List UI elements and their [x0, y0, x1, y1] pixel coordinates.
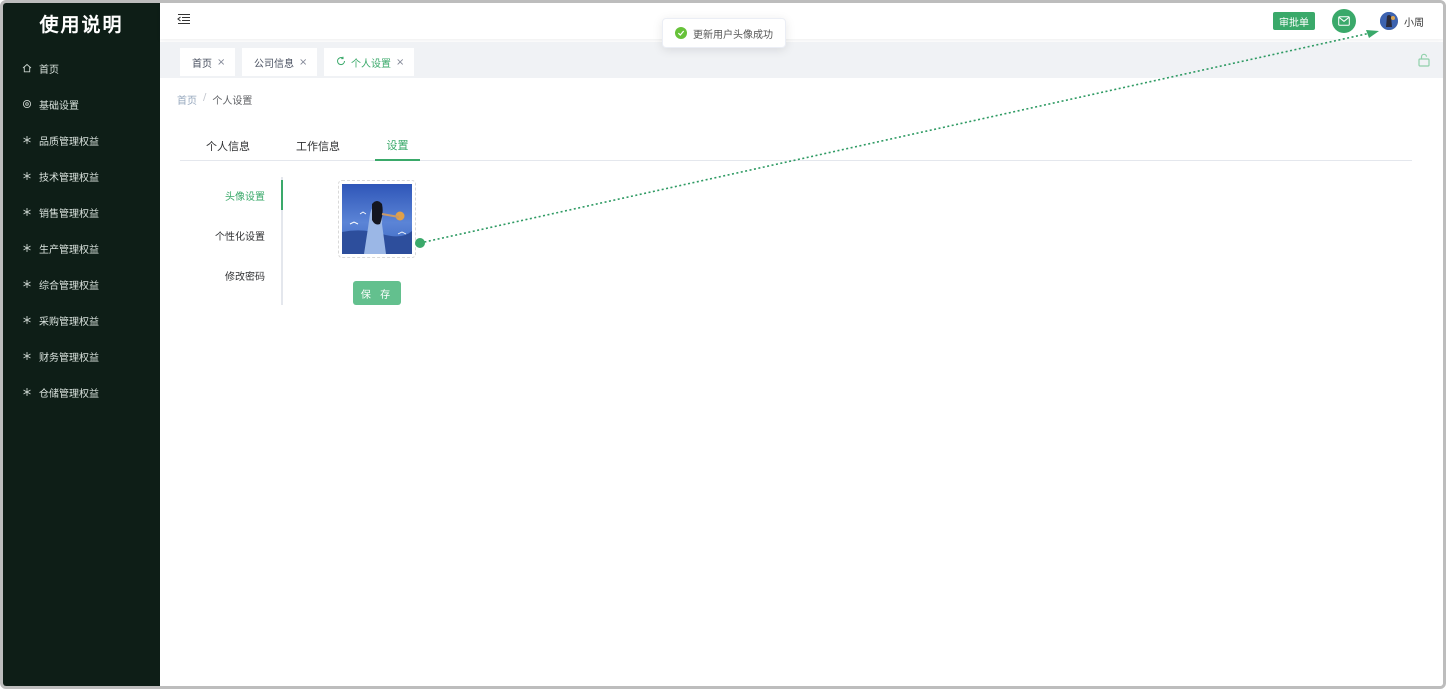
- sidebar-item-technology[interactable]: 技术管理权益: [3, 158, 160, 194]
- sidebar-item-warehouse[interactable]: 仓储管理权益: [3, 374, 160, 410]
- breadcrumb-separator: /: [203, 92, 207, 103]
- breadcrumb-current: 个人设置: [212, 96, 253, 107]
- mail-icon: [1338, 16, 1350, 26]
- unlock-icon[interactable]: [1417, 53, 1431, 67]
- breadcrumb-home[interactable]: 首页: [177, 92, 197, 107]
- sidebar-item-label: 品质管理权益: [39, 136, 99, 148]
- sidebar-item-sales[interactable]: 销售管理权益: [3, 194, 160, 230]
- user-name: 小周: [1404, 17, 1424, 29]
- avatar-image: [342, 184, 412, 254]
- settings-icon: [21, 99, 33, 109]
- sidebar-item-label: 基础设置: [39, 100, 79, 112]
- tag-label: 公司信息: [254, 58, 294, 70]
- asterisk-icon: [21, 315, 33, 325]
- avatar-uploader[interactable]: [338, 180, 416, 258]
- save-button[interactable]: 保 存: [353, 281, 401, 305]
- settings-side-tabs: 头像设置 个性化设置 修改密码: [203, 177, 283, 305]
- sidebar-item-label: 销售管理权益: [39, 208, 99, 220]
- side-tab-password[interactable]: 修改密码: [225, 257, 265, 293]
- asterisk-icon: [21, 207, 33, 217]
- sidebar-item-label: 财务管理权益: [39, 352, 99, 364]
- tag-company-info[interactable]: 公司信息 ×: [242, 48, 318, 76]
- refresh-icon[interactable]: [336, 56, 346, 69]
- sidebar-item-label: 首页: [39, 64, 59, 76]
- tag-label: 个人设置: [351, 58, 391, 70]
- tab-settings[interactable]: 设置: [375, 131, 420, 161]
- settings-tabs: 个人信息 工作信息 设置: [180, 131, 1412, 161]
- app-window: 使用说明 首页 基础设置 品质管理权益 技术管理权益 销售管理权益 生产管理权益…: [0, 0, 1446, 689]
- mail-button[interactable]: [1332, 9, 1356, 33]
- user-avatar: [1380, 12, 1398, 30]
- breadcrumb: 首页 / 个人设置: [177, 92, 252, 107]
- sidebar-item-label: 采购管理权益: [39, 316, 99, 328]
- tags-view: 首页 × 公司信息 × 个人设置 ×: [160, 42, 1443, 78]
- success-toast: 更新用户头像成功: [662, 18, 786, 48]
- asterisk-icon: [21, 279, 33, 289]
- side-tab-avatar[interactable]: 头像设置: [225, 177, 265, 213]
- active-tab-indicator: [281, 180, 283, 210]
- app-title: 使用说明: [39, 13, 124, 36]
- tab-personal-info[interactable]: 个人信息: [203, 131, 253, 161]
- sidebar-item-general[interactable]: 综合管理权益: [3, 266, 160, 302]
- tag-label: 首页: [192, 58, 212, 70]
- sidebar-item-production[interactable]: 生产管理权益: [3, 230, 160, 266]
- check-circle-icon: [675, 27, 687, 39]
- asterisk-icon: [21, 243, 33, 253]
- sidebar-menu: 首页 基础设置 品质管理权益 技术管理权益 销售管理权益 生产管理权益 综合管理…: [3, 50, 160, 410]
- sidebar-item-label: 技术管理权益: [39, 172, 99, 184]
- tag-personal-settings[interactable]: 个人设置 ×: [324, 48, 415, 76]
- toast-message: 更新用户头像成功: [693, 29, 773, 41]
- asterisk-icon: [21, 387, 33, 397]
- sidebar: 使用说明 首页 基础设置 品质管理权益 技术管理权益 销售管理权益 生产管理权益…: [3, 3, 160, 686]
- menu-fold-icon[interactable]: [177, 13, 191, 25]
- approval-button[interactable]: 审批单: [1273, 12, 1315, 30]
- tab-work-info[interactable]: 工作信息: [293, 131, 343, 161]
- asterisk-icon: [21, 135, 33, 145]
- tag-home[interactable]: 首页 ×: [180, 48, 236, 76]
- sidebar-item-purchasing[interactable]: 采购管理权益: [3, 302, 160, 338]
- main-content: 审批单 小周 首页 × 公司信息 × 个人设置 × 首页 / 个人设置 个人信息…: [160, 3, 1443, 686]
- user-menu[interactable]: 小周: [1380, 12, 1424, 30]
- sidebar-item-finance[interactable]: 财务管理权益: [3, 338, 160, 374]
- sidebar-item-home[interactable]: 首页: [3, 50, 160, 86]
- top-header: 审批单 小周: [160, 3, 1443, 39]
- sidebar-item-label: 综合管理权益: [39, 280, 99, 292]
- sidebar-item-quality[interactable]: 品质管理权益: [3, 122, 160, 158]
- close-icon[interactable]: ×: [217, 57, 225, 68]
- sidebar-item-basic-settings[interactable]: 基础设置: [3, 86, 160, 122]
- sidebar-item-label: 生产管理权益: [39, 244, 99, 256]
- side-tab-personalize[interactable]: 个性化设置: [215, 217, 265, 253]
- asterisk-icon: [21, 351, 33, 361]
- close-icon[interactable]: ×: [299, 57, 307, 68]
- sidebar-item-label: 仓储管理权益: [39, 388, 99, 400]
- close-icon[interactable]: ×: [396, 57, 404, 68]
- home-icon: [21, 63, 33, 73]
- asterisk-icon: [21, 171, 33, 181]
